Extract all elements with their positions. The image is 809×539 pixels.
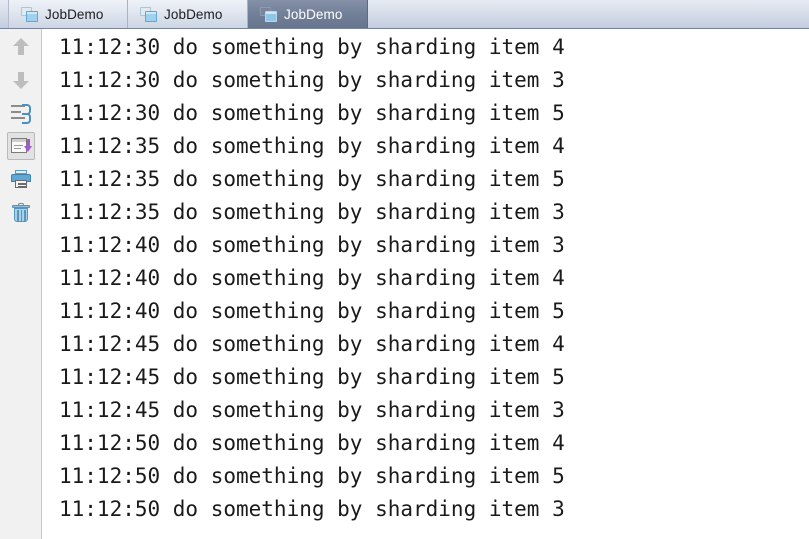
- soft-wrap-button[interactable]: [7, 99, 35, 127]
- printer-icon: [10, 170, 31, 188]
- console-toolbar: [0, 29, 42, 539]
- console-window-icon: [21, 6, 38, 22]
- log-line: 11:12:50 do something by sharding item 3: [59, 497, 565, 521]
- scroll-to-end-button[interactable]: [6, 132, 35, 160]
- workspace: 11:12:30 do something by sharding item 4…: [0, 29, 809, 539]
- log-line: 11:12:40 do something by sharding item 3: [59, 233, 565, 257]
- soft-wrap-icon: [10, 104, 31, 124]
- console-window-icon: [260, 6, 277, 22]
- print-button[interactable]: [7, 165, 35, 193]
- log-line: 11:12:45 do something by sharding item 5: [59, 365, 565, 389]
- previous-occurrence-button[interactable]: [7, 33, 35, 61]
- clear-all-button[interactable]: [7, 198, 35, 226]
- arrow-down-icon: [12, 71, 29, 89]
- console-window-icon: [140, 6, 157, 22]
- tab-label: JobDemo: [45, 6, 104, 22]
- log-line: 11:12:30 do something by sharding item 5: [59, 101, 565, 125]
- tab-label: JobDemo: [284, 6, 343, 22]
- next-occurrence-button[interactable]: [7, 66, 35, 94]
- log-line: 11:12:40 do something by sharding item 4: [59, 266, 565, 290]
- trash-icon: [11, 202, 30, 222]
- tab-jobdemo-3[interactable]: JobDemo: [248, 0, 368, 28]
- arrow-up-icon: [12, 38, 29, 56]
- tab-jobdemo-1[interactable]: JobDemo: [8, 0, 128, 28]
- log-line: 11:12:35 do something by sharding item 5: [59, 167, 565, 191]
- log-line: 11:12:50 do something by sharding item 4: [59, 431, 565, 455]
- log-line: 11:12:45 do something by sharding item 4: [59, 332, 565, 356]
- log-line: 11:12:50 do something by sharding item 5: [59, 464, 565, 488]
- log-line: 11:12:35 do something by sharding item 3: [59, 200, 565, 224]
- log-line: 11:12:35 do something by sharding item 4: [59, 134, 565, 158]
- log-line: 11:12:30 do something by sharding item 4: [59, 35, 565, 59]
- console-output[interactable]: 11:12:30 do something by sharding item 4…: [42, 29, 809, 539]
- log-line: 11:12:30 do something by sharding item 3: [59, 68, 565, 92]
- tab-jobdemo-2[interactable]: JobDemo: [128, 0, 248, 28]
- log-line: 11:12:40 do something by sharding item 5: [59, 299, 565, 323]
- log-line: 11:12:45 do something by sharding item 3: [59, 398, 565, 422]
- scroll-to-end-icon: [10, 137, 32, 155]
- tab-label: JobDemo: [164, 6, 223, 22]
- tab-bar: JobDemo JobDemo JobDemo: [0, 0, 809, 29]
